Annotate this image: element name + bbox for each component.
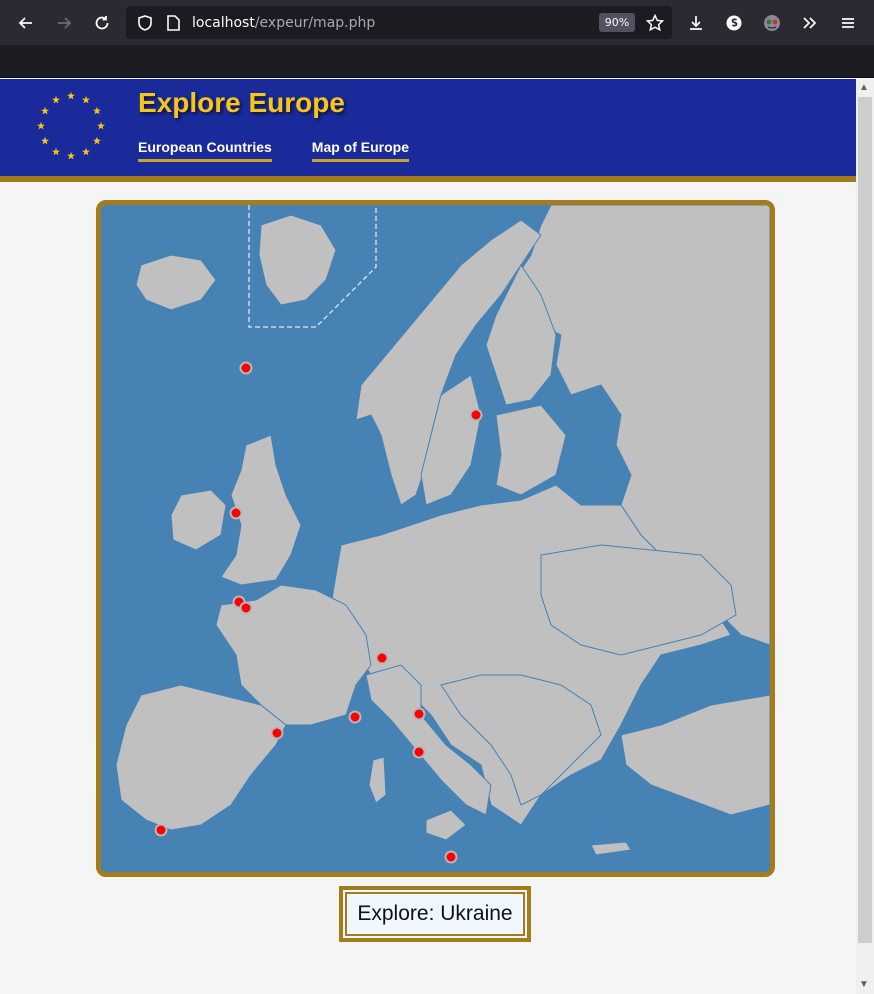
eu-star-icon	[97, 121, 105, 130]
location-marker[interactable]	[444, 850, 458, 864]
eu-star-icon	[92, 106, 101, 115]
location-marker[interactable]	[348, 710, 362, 724]
explore-box: Explore: Ukraine	[339, 886, 531, 942]
eu-star-icon	[41, 136, 50, 145]
location-marker[interactable]	[469, 408, 483, 422]
eu-star-icon	[82, 95, 90, 104]
location-marker[interactable]	[154, 823, 168, 837]
forward-icon[interactable]	[51, 10, 77, 36]
browser-toolbar: localhost/expeur/map.php 90%	[0, 0, 874, 45]
eu-star-icon	[37, 121, 45, 130]
eu-star-icon	[67, 91, 75, 100]
menu-icon[interactable]	[835, 10, 861, 36]
page-icon[interactable]	[160, 10, 186, 36]
europe-map-svg	[101, 205, 770, 872]
eu-star-icon	[52, 147, 60, 156]
scroll-thumb[interactable]	[858, 97, 872, 943]
back-icon[interactable]	[13, 10, 39, 36]
extension-icon[interactable]	[721, 10, 747, 36]
eu-star-icon	[92, 136, 101, 145]
star-icon[interactable]	[642, 10, 668, 36]
location-marker[interactable]	[229, 506, 243, 520]
nav-european-countries[interactable]: European Countries	[138, 139, 272, 162]
scrollbar[interactable]: ▲ ▼	[856, 79, 874, 994]
scroll-up-arrow-icon[interactable]: ▲	[859, 82, 869, 93]
url-bar[interactable]: localhost/expeur/map.php 90%	[126, 6, 672, 39]
zoom-level[interactable]: 90%	[599, 13, 635, 32]
account-icon[interactable]	[759, 10, 785, 36]
site-header: Explore Europe European Countries Map of…	[0, 79, 856, 185]
eu-star-icon	[52, 95, 60, 104]
location-marker[interactable]	[412, 745, 426, 759]
eu-star-icon	[82, 147, 90, 156]
location-marker[interactable]	[239, 601, 253, 615]
nav-map-of-europe[interactable]: Map of Europe	[311, 139, 410, 162]
site-title: Explore Europe	[138, 87, 345, 118]
eu-star-icon	[67, 151, 75, 160]
site-nav: European Countries Map of Europe	[138, 139, 410, 162]
location-marker[interactable]	[375, 651, 389, 665]
url-text[interactable]: localhost/expeur/map.php	[192, 15, 375, 31]
reload-icon[interactable]	[89, 10, 115, 36]
location-marker[interactable]	[270, 726, 284, 740]
location-marker[interactable]	[412, 707, 426, 721]
scroll-down-arrow-icon[interactable]: ▼	[859, 979, 869, 990]
page: Explore Europe European Countries Map of…	[0, 79, 856, 994]
europe-map[interactable]	[96, 200, 775, 877]
explore-label: Explore: Ukraine	[345, 892, 525, 936]
eu-flag-stars-logo	[37, 91, 105, 160]
eu-star-icon	[41, 106, 50, 115]
shield-icon[interactable]	[132, 10, 158, 36]
download-icon[interactable]	[683, 10, 709, 36]
location-marker[interactable]	[239, 361, 253, 375]
overflow-icon[interactable]	[797, 10, 823, 36]
toolbar-spacer	[0, 45, 874, 78]
